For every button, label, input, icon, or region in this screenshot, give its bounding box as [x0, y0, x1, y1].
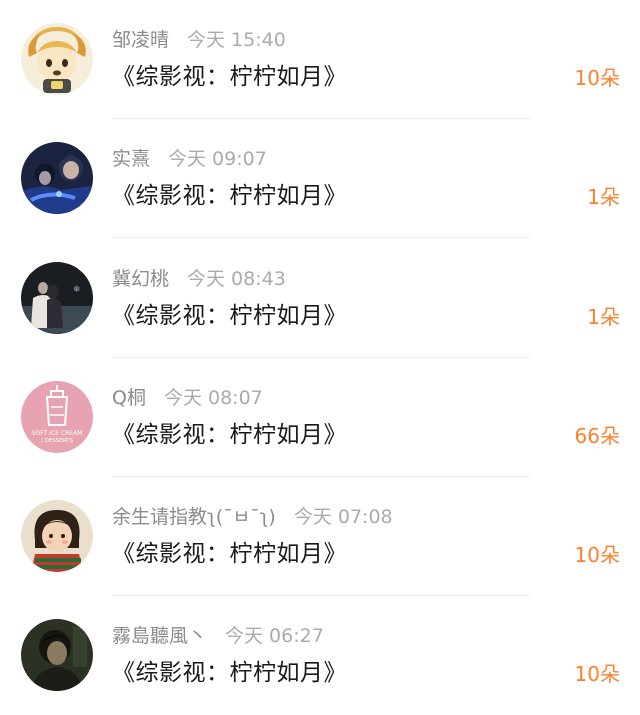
blue-couple-photo-avatar-icon[interactable]	[21, 142, 93, 214]
book-title[interactable]: 《综影视：柠柠如月》	[112, 657, 347, 689]
svg-text:/ DESSERTS: / DESSERTS	[41, 438, 74, 444]
entry-meta: 霧島聽風丶 今天 06:27	[112, 623, 324, 649]
dark-portrait-avatar-icon[interactable]	[21, 619, 93, 691]
entry-meta: 冀幻桃 今天 08:43	[112, 266, 286, 292]
reward-amount: 1朵	[587, 305, 620, 329]
user-name[interactable]: Q桐	[112, 387, 146, 409]
list-item[interactable]: 霧島聽風丶 今天 06:27 《综影视：柠柠如月》 10朵	[0, 596, 640, 715]
reward-amount: 10朵	[574, 66, 620, 90]
pink-ice-cream-avatar-icon[interactable]: SOFT ICE CREAM / DESSERTS	[21, 381, 93, 453]
list-item[interactable]: 邹凌晴 今天 15:40 《综影视：柠柠如月》 10朵	[0, 0, 640, 119]
user-name[interactable]: 实熹	[112, 148, 150, 170]
cartoon-girl-avatar-icon[interactable]	[21, 500, 93, 572]
book-title[interactable]: 《综影视：柠柠如月》	[112, 300, 347, 332]
book-title[interactable]: 《综影视：柠柠如月》	[112, 61, 347, 93]
book-title[interactable]: 《综影视：柠柠如月》	[112, 538, 347, 570]
dark-couple-photo-avatar-icon[interactable]: ❅	[21, 262, 93, 334]
entry-time: 今天 09:07	[168, 148, 267, 170]
user-name[interactable]: 邹凌晴	[112, 29, 169, 51]
reward-amount: 66朵	[574, 424, 620, 448]
book-title[interactable]: 《综影视：柠柠如月》	[112, 419, 347, 451]
entry-time: 今天 06:27	[225, 625, 324, 647]
list-item[interactable]: SOFT ICE CREAM / DESSERTS Q桐 今天 08:07 《综影…	[0, 358, 640, 477]
entry-meta: 实熹 今天 09:07	[112, 146, 267, 172]
entry-meta: 邹凌晴 今天 15:40	[112, 27, 286, 53]
entry-time: 今天 07:08	[293, 506, 393, 528]
entry-meta: Q桐 今天 08:07	[112, 385, 263, 411]
user-name[interactable]: 冀幻桃	[112, 268, 169, 290]
entry-meta: 余生请指教ʅ(¯ㅂ¯ʅ) 今天 07:08	[112, 504, 393, 530]
list-item[interactable]: 余生请指教ʅ(¯ㅂ¯ʅ) 今天 07:08 《综影视：柠柠如月》 10朵	[0, 477, 640, 596]
svg-text:SOFT ICE CREAM: SOFT ICE CREAM	[32, 430, 83, 437]
book-title[interactable]: 《综影视：柠柠如月》	[112, 180, 347, 212]
divider	[112, 237, 530, 238]
cartoon-lion-avatar-icon[interactable]	[21, 23, 93, 95]
reward-list: 邹凌晴 今天 15:40 《综影视：柠柠如月》 10朵 实熹 今天 09:07 《综…	[0, 0, 640, 715]
reward-amount: 10朵	[574, 543, 620, 567]
list-item[interactable]: ❅ 冀幻桃 今天 08:43 《综影视：柠柠如月》 1朵	[0, 239, 640, 358]
entry-time: 今天 08:43	[187, 268, 286, 290]
entry-time: 今天 08:07	[163, 387, 263, 409]
reward-amount: 1朵	[587, 185, 620, 209]
user-name[interactable]: 霧島聽風丶	[112, 625, 207, 647]
entry-time: 今天 15:40	[187, 29, 286, 51]
reward-amount: 10朵	[574, 662, 620, 686]
svg-text:❅: ❅	[73, 285, 81, 295]
user-name[interactable]: 余生请指教ʅ(¯ㅂ¯ʅ)	[112, 506, 276, 528]
list-item[interactable]: 实熹 今天 09:07 《综影视：柠柠如月》 1朵	[0, 119, 640, 238]
